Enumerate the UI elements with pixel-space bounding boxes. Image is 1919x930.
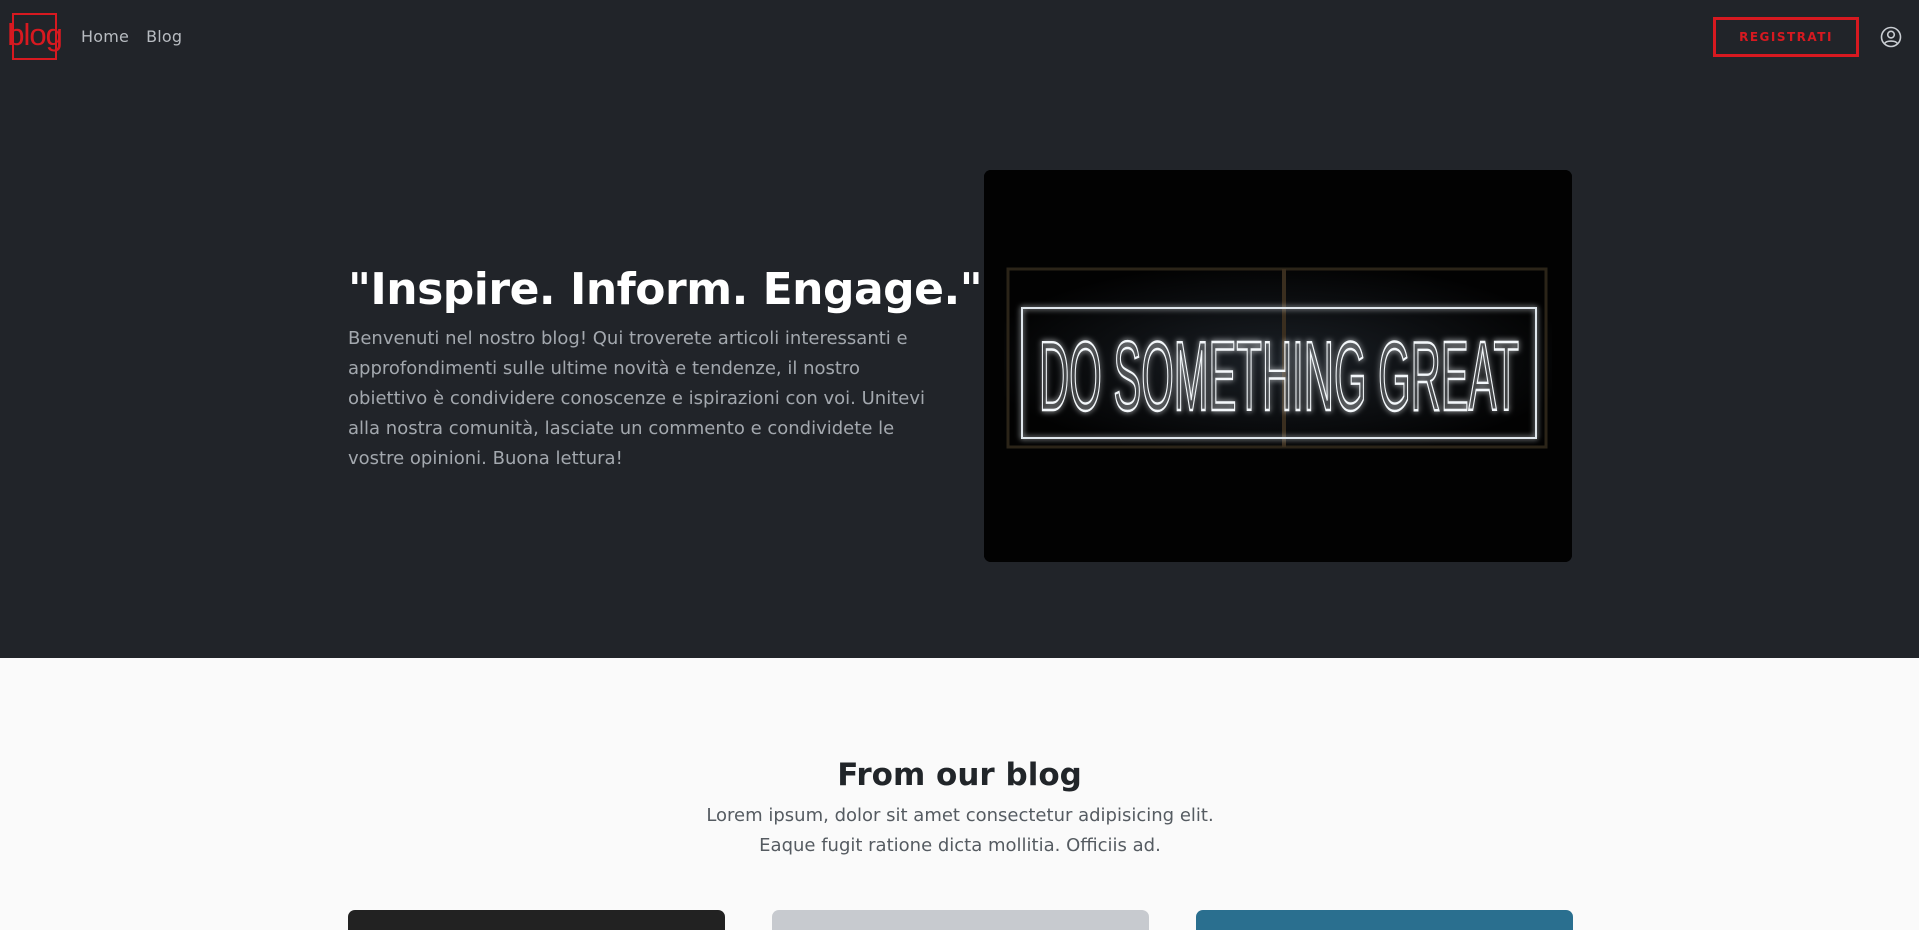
hero-description: Benvenuti nel nostro blog! Qui troverete… <box>348 328 925 469</box>
blog-card-image[interactable] <box>348 910 725 930</box>
hero-image: DO SOMETHING GREAT <box>984 170 1572 562</box>
user-account-icon[interactable] <box>1880 26 1902 48</box>
main-nav: Home Blog <box>81 27 182 47</box>
hero-text-block: "Inspire. Inform. Engage." Benvenuti nel… <box>348 262 983 474</box>
blog-section-title: From our blog <box>837 757 1082 793</box>
nav-link-home[interactable]: Home <box>81 27 129 47</box>
navbar: blog Home Blog REGISTRATI <box>0 0 1919 74</box>
register-button[interactable]: REGISTRATI <box>1713 17 1859 57</box>
hero-title: "Inspire. Inform. Engage." <box>348 264 983 315</box>
blog-card-image[interactable] <box>1196 910 1573 930</box>
blog-card-image[interactable] <box>772 910 1149 930</box>
neon-sign-image: DO SOMETHING GREAT <box>984 170 1572 562</box>
blog-section-subtitle: Lorem ipsum, dolor sit amet consectetur … <box>706 805 1214 856</box>
nav-link-blog[interactable]: Blog <box>146 27 182 47</box>
blog-section: From our blog Lorem ipsum, dolor sit ame… <box>0 658 1919 930</box>
neon-sign-text: DO SOMETHING GREAT <box>1039 321 1519 431</box>
site-logo[interactable]: blog <box>7 13 63 60</box>
hero-section: "Inspire. Inform. Engage." Benvenuti nel… <box>0 74 1919 658</box>
